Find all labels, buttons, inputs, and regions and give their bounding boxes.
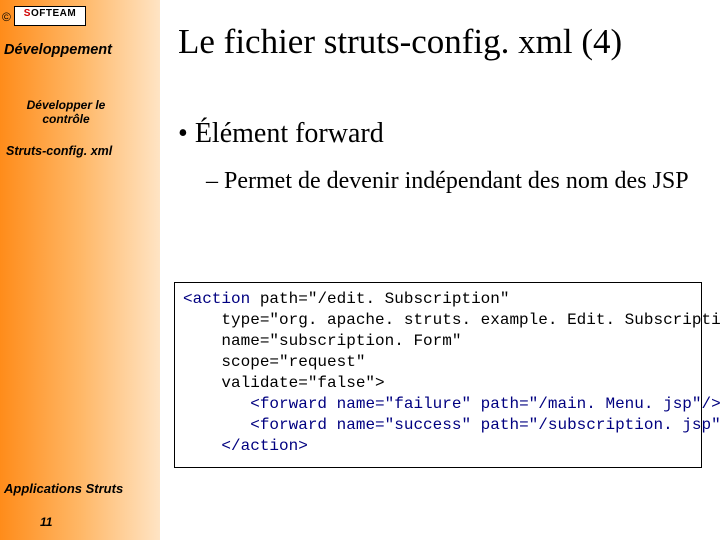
- code-attr-type: type="org. apache. struts. example. Edit…: [221, 311, 720, 329]
- sidebar-subheading-1: Développer le contrôle: [6, 98, 126, 126]
- sidebar-sub1-line2: contrôle: [42, 112, 89, 126]
- code-forward-1: <forward name="failure" path="/main. Men…: [250, 395, 720, 413]
- sidebar-heading: Développement: [4, 42, 112, 58]
- logo-letter: S: [24, 8, 31, 19]
- code-block: <action path="/edit. Subscription" type=…: [174, 282, 702, 468]
- code-action-open: <action: [183, 290, 250, 308]
- code-action-close: </action>: [221, 437, 307, 455]
- code-attr-name: name="subscription. Form": [221, 332, 461, 350]
- logo: SOFTEAM: [14, 6, 86, 26]
- code-attr-scope: scope="request": [221, 353, 365, 371]
- sidebar: © SOFTEAM Développement Développer le co…: [0, 0, 160, 540]
- bullet-level2: – Permet de devenir indépendant des nom …: [206, 166, 706, 196]
- sidebar-subheading-2: Struts-config. xml: [6, 144, 112, 158]
- logo-text: SOFTEAM: [15, 8, 85, 20]
- sidebar-sub1-line1: Développer le: [27, 98, 106, 112]
- page-number: 11: [40, 515, 52, 529]
- code-forward-2: <forward name="success" path="/subscript…: [250, 416, 720, 434]
- bullet-level1: Élément forward: [178, 118, 384, 150]
- copyright-symbol: ©: [2, 10, 11, 24]
- logo-rest: OFTEAM: [31, 8, 76, 19]
- sidebar-footer: Applications Struts: [4, 481, 123, 496]
- page-title: Le fichier struts-config. xml (4): [178, 22, 622, 62]
- code-attr-path: path="/edit. Subscription": [260, 290, 510, 308]
- code-attr-validate: validate="false">: [221, 374, 384, 392]
- main-content: Le fichier struts-config. xml (4) Élémen…: [160, 0, 720, 540]
